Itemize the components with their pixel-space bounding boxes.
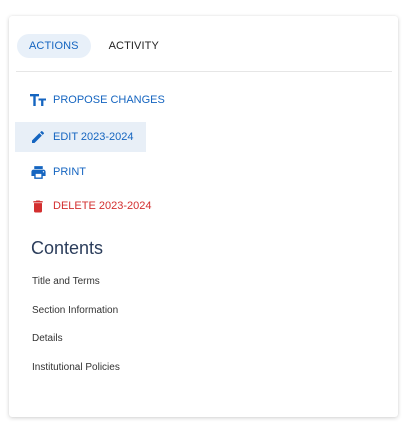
text-size-icon — [29, 91, 47, 109]
edit-label: EDIT 2023-2024 — [53, 131, 134, 143]
printer-icon — [29, 163, 47, 181]
tab-activity[interactable]: ACTIVITY — [97, 34, 171, 58]
tabs-divider — [16, 71, 392, 72]
panel-tabs: ACTIONS ACTIVITY — [17, 34, 171, 58]
tab-actions[interactable]: ACTIONS — [17, 34, 91, 58]
toc-item-title-and-terms[interactable]: Title and Terms — [32, 276, 100, 287]
toc-item-institutional-policies[interactable]: Institutional Policies — [32, 362, 120, 373]
propose-changes-button[interactable]: PROPOSE CHANGES — [15, 85, 177, 115]
toc-item-details[interactable]: Details — [32, 333, 63, 344]
print-button[interactable]: PRINT — [15, 157, 98, 187]
propose-changes-label: PROPOSE CHANGES — [53, 94, 165, 106]
edit-button[interactable]: EDIT 2023-2024 — [15, 122, 146, 152]
delete-label: DELETE 2023-2024 — [53, 200, 152, 212]
print-label: PRINT — [53, 166, 86, 178]
toc-item-section-information[interactable]: Section Information — [32, 305, 118, 316]
contents-heading: Contents — [31, 238, 104, 258]
delete-button[interactable]: DELETE 2023-2024 — [15, 191, 163, 221]
trash-icon — [29, 197, 47, 215]
pencil-icon — [29, 128, 47, 146]
